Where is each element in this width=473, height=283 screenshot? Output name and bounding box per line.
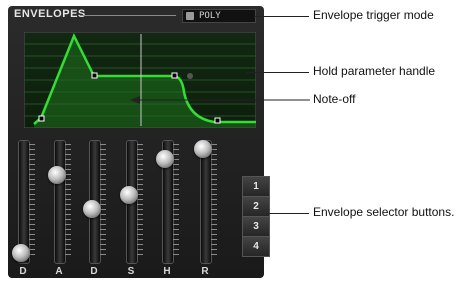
title-divider bbox=[80, 15, 176, 16]
callout-trigger-mode: Envelope trigger mode bbox=[313, 8, 434, 22]
slider-scale bbox=[29, 144, 35, 258]
envelope-header: ENVELOPES POLY bbox=[8, 6, 264, 24]
slider-attack[interactable] bbox=[48, 140, 71, 264]
callout-line-selector bbox=[268, 213, 309, 214]
envelope-selector-4[interactable]: 4 bbox=[242, 236, 270, 257]
slider-label-decay: D bbox=[90, 266, 98, 277]
slider-label-attack: A bbox=[55, 266, 63, 277]
decay-handle bbox=[91, 72, 98, 79]
slider-scale bbox=[211, 144, 217, 258]
envelope-selector-3[interactable]: 3 bbox=[242, 216, 270, 237]
callout-note-off: Note-off bbox=[313, 92, 356, 106]
slider-label-hold: H bbox=[163, 266, 171, 277]
mode-indicator-icon bbox=[186, 12, 194, 20]
slider-knob[interactable] bbox=[194, 140, 212, 158]
envelope-selector-2[interactable]: 2 bbox=[242, 196, 270, 217]
trigger-mode-label: POLY bbox=[199, 11, 221, 21]
slider-delay[interactable] bbox=[12, 140, 35, 264]
envelope-selector-1[interactable]: 1 bbox=[242, 176, 270, 197]
callout-line-trigger-mode bbox=[254, 16, 309, 17]
slider-scale bbox=[65, 144, 71, 258]
hold-handle bbox=[171, 72, 178, 79]
note-off-arrow bbox=[130, 96, 310, 104]
callout-line-hold-handle bbox=[246, 72, 309, 73]
slider-knob[interactable] bbox=[83, 200, 101, 218]
release-handle bbox=[214, 117, 221, 124]
trigger-mode-selector[interactable]: POLY bbox=[182, 9, 256, 23]
slider-knob[interactable] bbox=[12, 244, 30, 262]
delay-handle bbox=[38, 115, 45, 122]
callout-selector: Envelope selector buttons. bbox=[313, 205, 455, 219]
slider-knob[interactable] bbox=[120, 186, 138, 204]
slider-sustain[interactable] bbox=[120, 140, 143, 264]
hold-marker-icon bbox=[187, 73, 193, 79]
slider-label-delay: D bbox=[19, 266, 27, 277]
slider-scale bbox=[100, 144, 106, 258]
envelope-graph[interactable] bbox=[24, 32, 256, 128]
envelope-panel: ENVELOPES POLY D A D S H R 1 2 3 4 bbox=[8, 6, 270, 278]
slider-release[interactable] bbox=[194, 140, 217, 264]
callout-hold-handle: Hold parameter handle bbox=[313, 64, 436, 78]
slider-scale bbox=[173, 144, 179, 258]
slider-knob[interactable] bbox=[156, 150, 174, 168]
panel-title: ENVELOPES bbox=[14, 8, 86, 20]
slider-scale bbox=[137, 144, 143, 258]
slider-decay[interactable] bbox=[83, 140, 106, 264]
slider-label-release: R bbox=[201, 266, 209, 277]
slider-label-sustain: S bbox=[127, 266, 135, 277]
slider-hold[interactable] bbox=[156, 140, 179, 264]
slider-knob[interactable] bbox=[48, 166, 66, 184]
